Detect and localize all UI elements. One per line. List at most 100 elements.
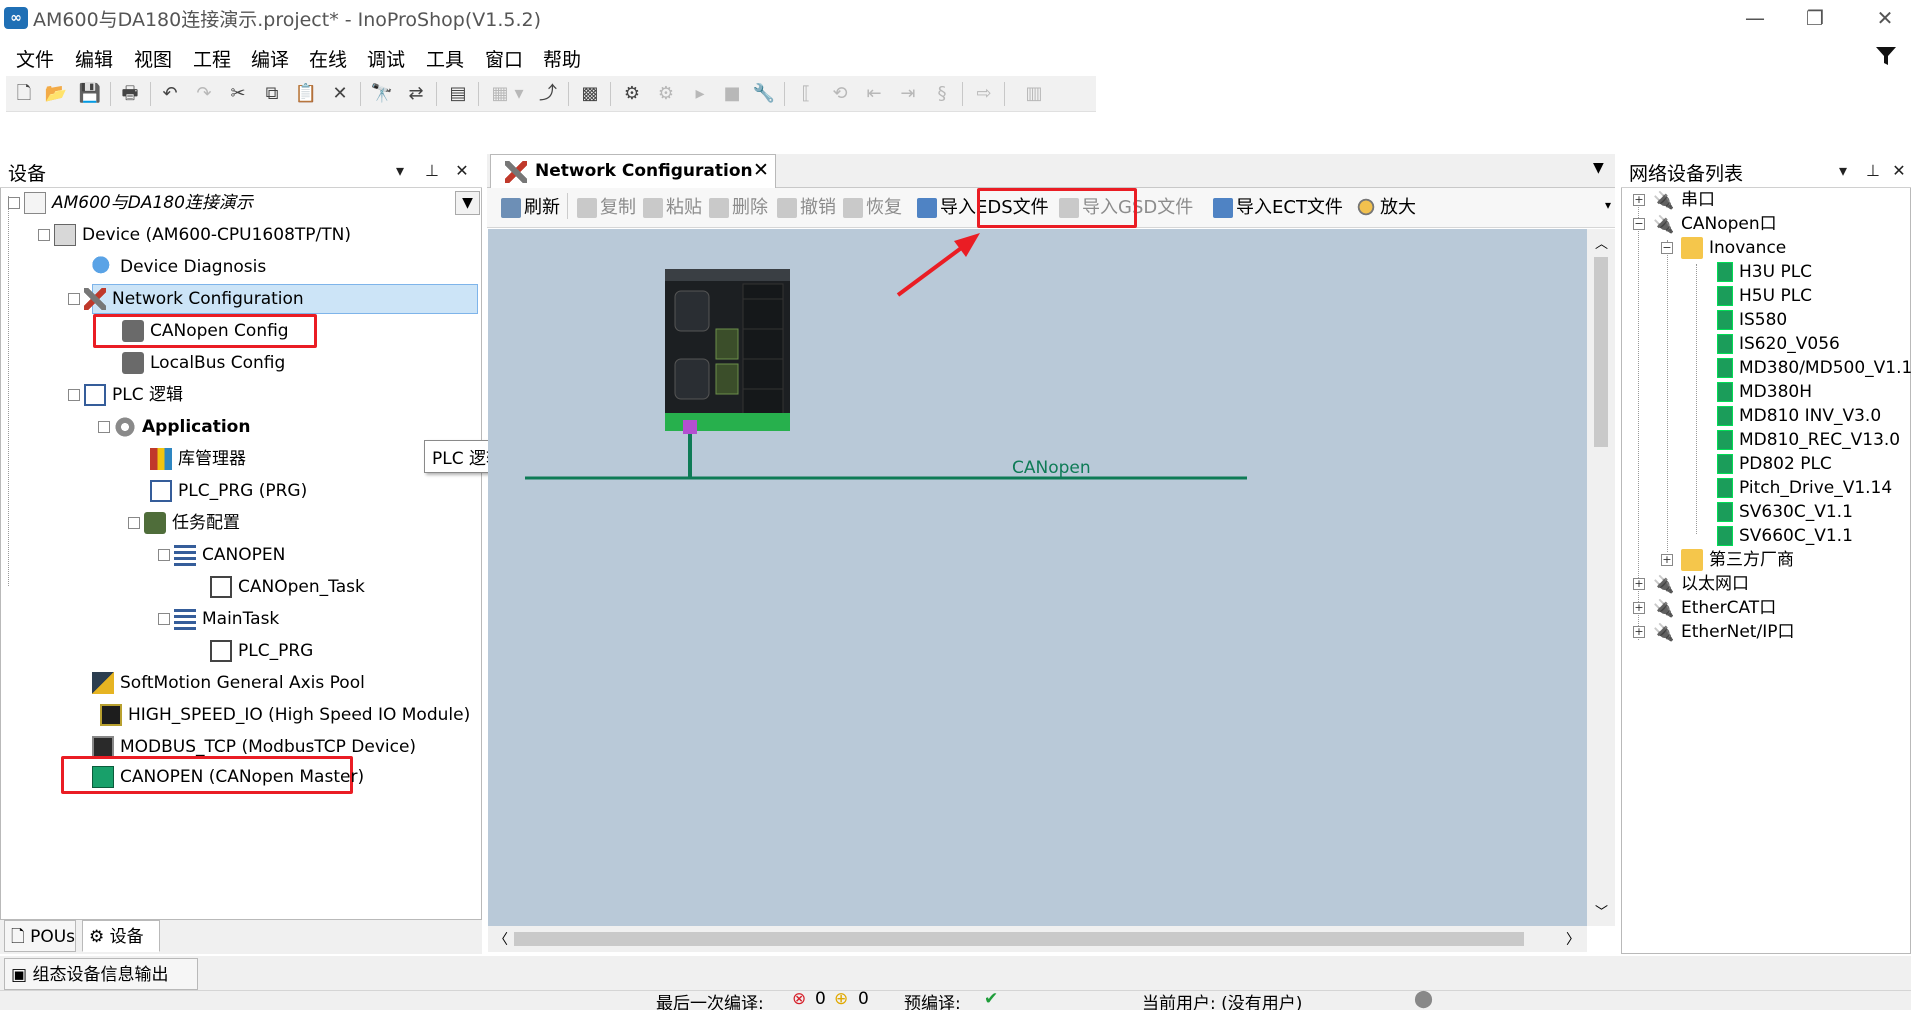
plc-device-graphic[interactable]: [665, 269, 790, 431]
collapse-icon[interactable]: −: [1633, 218, 1645, 230]
tree-node-library-manager[interactable]: 库管理器: [150, 444, 246, 474]
device-item[interactable]: IS620_V056: [1717, 332, 1840, 356]
open-folder-icon[interactable]: 📂: [44, 82, 68, 106]
vertical-scrollbar[interactable]: ︿ ﹀: [1587, 229, 1615, 926]
device-item[interactable]: Pitch_Drive_V1.14: [1717, 476, 1892, 500]
tree-node-ethercat[interactable]: + 🔌 EtherCAT口: [1633, 596, 1776, 620]
scroll-down-icon[interactable]: ﹀: [1595, 901, 1608, 920]
device-item[interactable]: PD802 PLC: [1717, 452, 1832, 476]
collapse-icon[interactable]: [158, 549, 170, 561]
paste-icon[interactable]: 📋: [294, 82, 318, 106]
logout-icon[interactable]: ⚙: [654, 82, 678, 106]
collapse-icon[interactable]: [128, 517, 140, 529]
login-icon[interactable]: ⚙: [620, 82, 644, 106]
replace-icon[interactable]: ⇄: [404, 82, 428, 106]
tree-node-network-configuration[interactable]: Network Configuration: [68, 284, 304, 314]
collapse-icon[interactable]: [158, 613, 170, 625]
find-icon[interactable]: 🔭: [370, 82, 394, 106]
stop-icon[interactable]: ■: [720, 82, 744, 106]
tree-node-softmotion[interactable]: SoftMotion General Axis Pool: [92, 668, 365, 698]
expand-icon[interactable]: +: [1661, 554, 1673, 566]
collapse-icon[interactable]: [68, 293, 80, 305]
expand-icon[interactable]: +: [1633, 626, 1645, 638]
horizontal-scrollbar[interactable]: 〈 〉: [488, 926, 1587, 952]
menu-online[interactable]: 在线: [309, 45, 347, 72]
tree-node-high-speed-io[interactable]: HIGH_SPEED_IO (High Speed IO Module): [100, 700, 470, 730]
device-item[interactable]: H3U PLC: [1717, 260, 1812, 284]
device-item[interactable]: MD810_REC_V13.0: [1717, 428, 1900, 452]
copy-button[interactable]: 复制: [577, 193, 636, 223]
clipboard-icon[interactable]: ▤: [446, 82, 470, 106]
copy-icon[interactable]: ⧉: [260, 82, 284, 106]
scroll-thumb[interactable]: [1594, 257, 1608, 447]
minimize-button[interactable]: —: [1725, 2, 1785, 34]
tab-pous[interactable]: 🗋 POUs: [4, 920, 76, 952]
chevron-down-icon[interactable]: ▾: [390, 160, 410, 182]
step-into-icon[interactable]: ⟲: [828, 82, 852, 106]
chevron-down-icon[interactable]: ▾: [512, 82, 526, 106]
menu-file[interactable]: 文件: [16, 45, 54, 72]
tree-node-plc-logic[interactable]: PLC 逻辑: [68, 380, 183, 410]
menu-view[interactable]: 视图: [134, 45, 172, 72]
pin-icon[interactable]: ⊥: [1863, 160, 1883, 182]
collapse-icon[interactable]: [98, 421, 110, 433]
force-values-icon[interactable]: ▥: [1022, 82, 1046, 106]
dropdown-arrow-icon[interactable]: ▼: [455, 191, 480, 215]
tree-node-plc-prg[interactable]: PLC_PRG (PRG): [150, 476, 307, 506]
delete-icon[interactable]: ✕: [328, 82, 352, 106]
run-to-cursor-icon[interactable]: ⇥: [896, 82, 920, 106]
expand-icon[interactable]: +: [1633, 578, 1645, 590]
tab-network-configuration[interactable]: Network Configuration ✕: [490, 154, 776, 188]
device-item[interactable]: H5U PLC: [1717, 284, 1812, 308]
import-ect-button[interactable]: 导入ECT文件: [1213, 193, 1343, 223]
menu-project[interactable]: 工程: [193, 45, 231, 72]
scroll-thumb[interactable]: [514, 932, 1524, 946]
chevron-down-icon[interactable]: ▾: [1833, 160, 1853, 182]
close-tab-icon[interactable]: ✕: [753, 159, 769, 181]
chevron-down-icon[interactable]: ▼: [1593, 160, 1604, 176]
restore-button[interactable]: ❐: [1785, 2, 1845, 34]
pin-icon[interactable]: ⊥: [422, 160, 442, 182]
paste-button[interactable]: 粘贴: [643, 193, 702, 223]
collapse-icon[interactable]: [68, 389, 80, 401]
undo-button[interactable]: 撤销: [777, 193, 836, 223]
tree-node-canopen-task[interactable]: CANOpen_Task: [210, 572, 365, 602]
expand-icon[interactable]: +: [1633, 194, 1645, 206]
device-item[interactable]: MD380H: [1717, 380, 1812, 404]
tab-devices[interactable]: ⚙ 设备: [82, 920, 160, 952]
menu-tools[interactable]: 工具: [426, 45, 464, 72]
collapse-icon[interactable]: [38, 229, 50, 241]
close-button[interactable]: ✕: [1855, 2, 1911, 34]
undo-icon[interactable]: ↶: [158, 82, 182, 106]
tree-node-canopen-master[interactable]: CANOPEN (CANopen Master): [92, 762, 364, 792]
scroll-right-icon[interactable]: 〉: [1566, 929, 1580, 949]
connection-port[interactable]: [683, 420, 697, 434]
tree-node-canopen-task-group[interactable]: CANOPEN: [158, 540, 285, 570]
delete-button[interactable]: 删除: [709, 193, 768, 223]
scroll-left-icon[interactable]: 〈: [494, 929, 508, 949]
device-item[interactable]: SV630C_V1.1: [1717, 500, 1853, 524]
tree-node-canopen-port[interactable]: − 🔌 CANopen口: [1633, 212, 1777, 236]
menu-window[interactable]: 窗口: [485, 45, 523, 72]
collapse-icon[interactable]: −: [1661, 242, 1673, 254]
tree-node-inovance[interactable]: − Inovance: [1661, 236, 1786, 260]
filter-icon[interactable]: [1874, 44, 1898, 68]
menu-build[interactable]: 编译: [251, 45, 289, 72]
tree-node-ethernetip[interactable]: + 🔌 EtherNet/IP口: [1633, 620, 1794, 644]
tree-node-ethernet[interactable]: + 🔌 以太网口: [1633, 572, 1749, 596]
tree-node-device[interactable]: Device (AM600-CPU1608TP/TN): [38, 220, 351, 250]
tree-node-application[interactable]: Application: [98, 412, 250, 442]
tree-node-third-party[interactable]: + 第三方厂商: [1661, 548, 1794, 572]
export-icon[interactable]: ⤴: [536, 82, 560, 106]
run-icon[interactable]: ▸: [688, 82, 712, 106]
step-over-icon[interactable]: ⟦: [794, 82, 818, 106]
close-icon[interactable]: ✕: [1889, 160, 1909, 182]
scroll-up-icon[interactable]: ︿: [1595, 233, 1608, 252]
refresh-button[interactable]: 刷新: [501, 193, 560, 223]
toolbar-overflow-icon[interactable]: ▾: [1605, 198, 1611, 212]
layout-icon[interactable]: ▦: [488, 82, 512, 106]
zoom-button[interactable]: 放大: [1357, 193, 1416, 223]
cut-icon[interactable]: ✂: [226, 82, 250, 106]
build-icon[interactable]: ▩: [578, 82, 602, 106]
redo-icon[interactable]: ↷: [192, 82, 216, 106]
